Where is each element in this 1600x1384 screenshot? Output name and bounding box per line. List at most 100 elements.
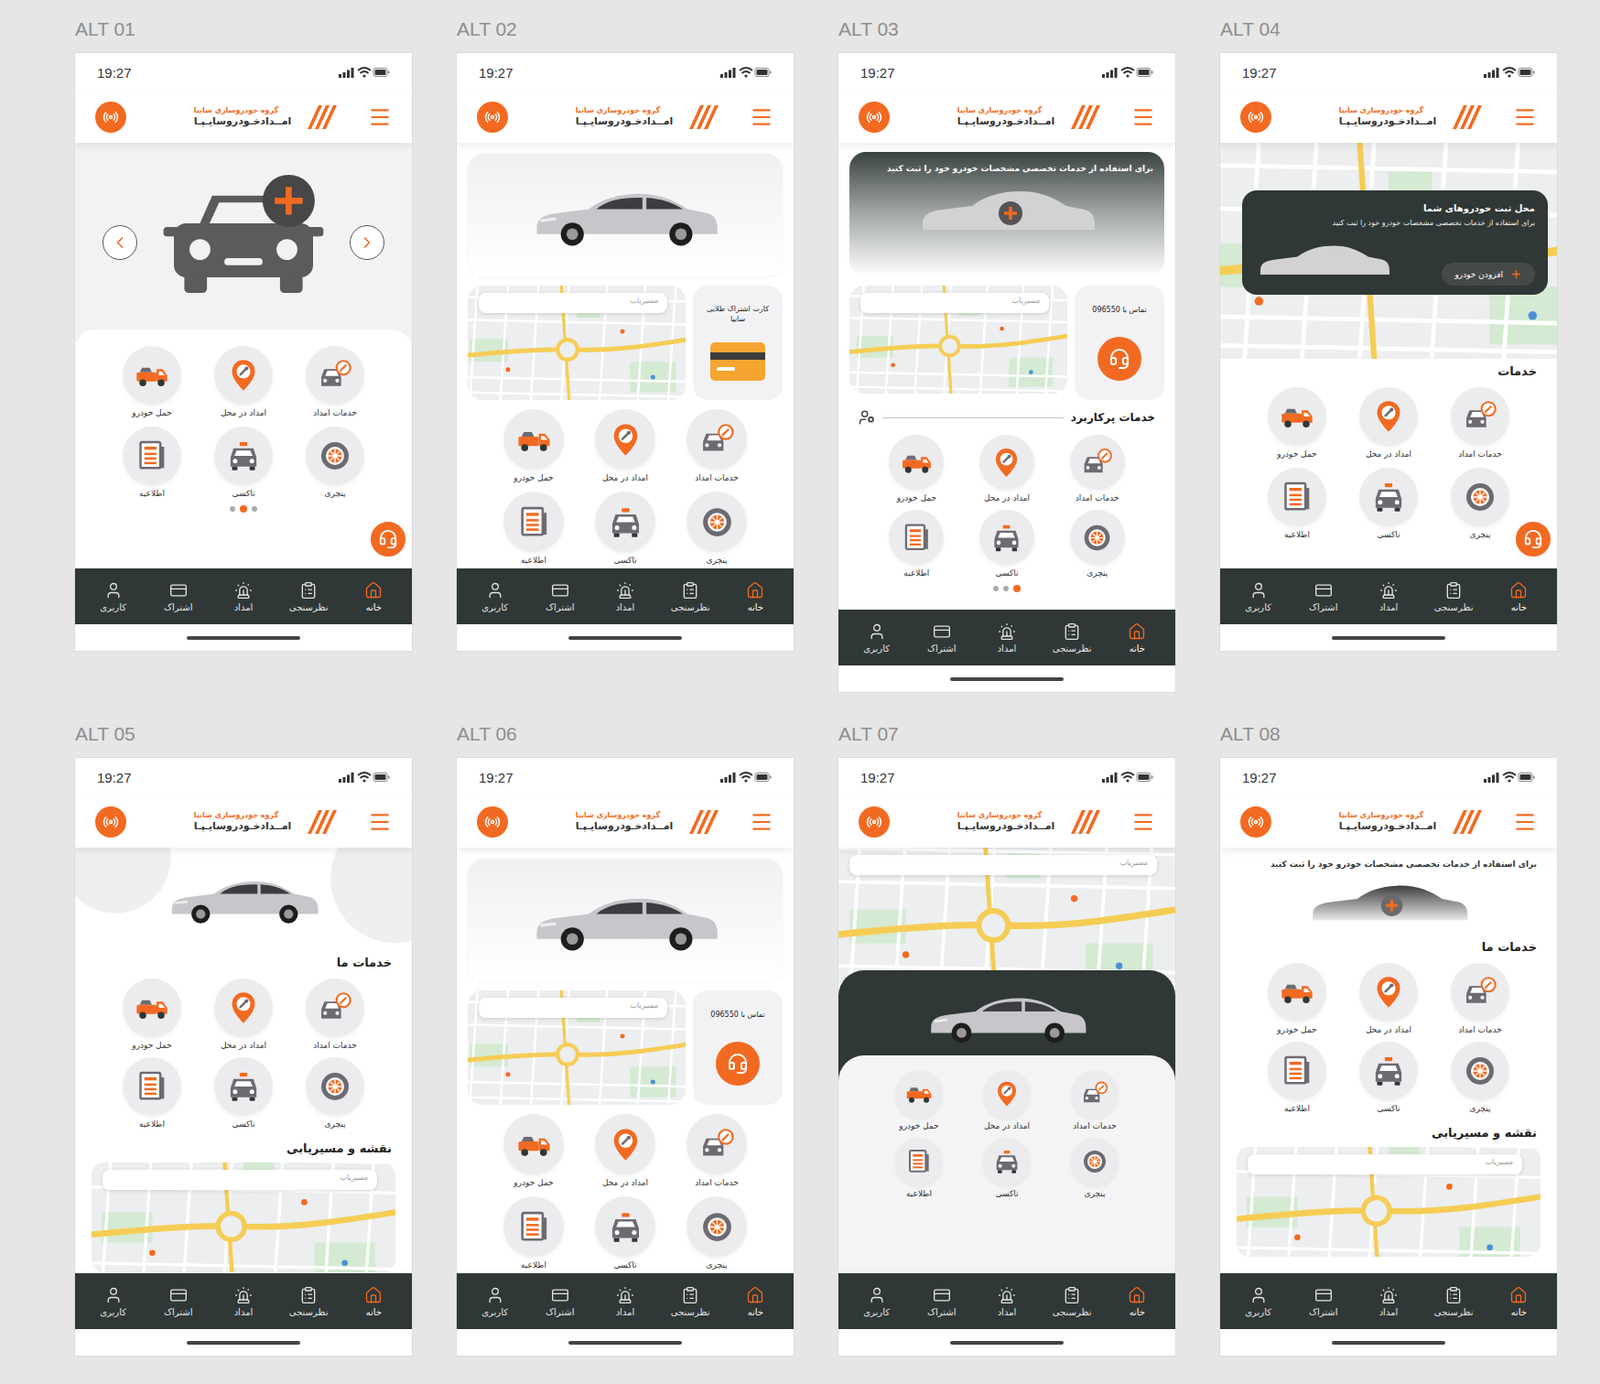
service-item[interactable]: خدمات امداد [305,978,365,1050]
service-item[interactable]: خدمات امداد [686,409,747,483]
service-item[interactable]: پنچری [1070,1137,1119,1199]
service-item[interactable]: امداد در محل [214,978,273,1050]
broadcast-button[interactable] [858,101,890,133]
service-item[interactable]: پنچری [305,426,365,498]
nav-item[interactable]: کاربری [1232,1286,1285,1318]
service-item[interactable]: خدمات امداد [1070,434,1125,503]
route-search[interactable]: مسیریاب [478,292,668,314]
nav-item[interactable]: کاربری [469,581,521,613]
service-item[interactable]: خدمات امداد [1450,387,1510,459]
service-item[interactable]: اطلاعیه [1267,467,1327,540]
carousel-arrow[interactable] [349,225,385,260]
side-card[interactable]: تماس با 096550 [1074,285,1165,400]
service-item[interactable]: تاکسی [983,1137,1031,1199]
route-search[interactable]: مسیریاب [1247,1154,1523,1175]
service-item[interactable]: تاکسی [1359,467,1418,540]
route-search[interactable]: مسیریاب [478,997,668,1018]
broadcast-button[interactable] [95,806,127,838]
service-item[interactable]: امداد در محل [983,1070,1031,1131]
nav-item[interactable]: امداد [217,581,270,613]
nav-item[interactable]: نظرسنجی [1046,622,1098,654]
nav-item[interactable]: خانه [347,1286,400,1318]
menu-button[interactable] [367,810,392,834]
call-button[interactable] [1097,336,1142,381]
nav-item[interactable]: اشتراک [152,1286,205,1318]
broadcast-button[interactable] [95,101,127,133]
nav-item[interactable]: نظرسنجی [282,1286,335,1318]
service-item[interactable]: پنچری [1070,509,1125,578]
nav-item[interactable]: کاربری [87,581,140,613]
service-item[interactable]: اطلاعیه [122,426,182,498]
carousel-arrow[interactable] [102,225,138,260]
nav-item[interactable]: کاربری [851,622,903,654]
nav-item[interactable]: امداد [1362,581,1415,613]
side-card[interactable]: تماس با 096550 [692,990,783,1105]
nav-item[interactable]: اشتراک [534,581,586,613]
service-item[interactable]: حمل خودرو [503,1113,564,1188]
service-item[interactable]: تاکسی [594,1196,656,1270]
nav-item[interactable]: کاربری [851,1286,903,1318]
service-item[interactable]: امداد در محل [594,409,656,483]
route-search[interactable]: مسیریاب [849,854,1157,876]
support-button[interactable] [367,518,409,560]
broadcast-button[interactable] [1240,101,1272,133]
menu-button[interactable] [749,810,774,834]
service-item[interactable]: اطلاعیه [503,1196,564,1270]
nav-item[interactable]: اشتراک [916,1286,968,1318]
nav-item[interactable]: اشتراک [534,1286,586,1318]
nav-item[interactable]: امداد [981,1286,1033,1318]
service-item[interactable]: حمل خودرو [503,409,564,483]
broadcast-button[interactable] [1240,806,1272,838]
menu-button[interactable] [1513,105,1537,130]
menu-button[interactable] [1131,105,1156,130]
service-item[interactable]: پنچری [305,1057,365,1129]
service-item[interactable]: تاکسی [214,1057,273,1129]
menu-button[interactable] [1131,810,1156,834]
service-item[interactable]: اطلاعیه [122,1057,182,1129]
service-item[interactable]: امداد در محل [214,345,273,418]
broadcast-button[interactable] [476,101,509,133]
service-item[interactable]: پنچری [1450,1041,1510,1114]
menu-button[interactable] [1513,810,1537,834]
service-item[interactable]: اطلاعیه [1267,1041,1327,1114]
nav-item[interactable]: امداد [217,1286,270,1318]
nav-item[interactable]: خانه [1111,1286,1163,1318]
call-button[interactable] [715,1041,760,1086]
nav-item[interactable]: اشتراک [1297,581,1350,613]
service-item[interactable]: تاکسی [1359,1041,1418,1114]
nav-item[interactable]: خانه [1492,581,1545,613]
service-item[interactable]: حمل خودرو [122,345,182,418]
nav-item[interactable]: خانه [1492,1286,1545,1318]
nav-item[interactable]: امداد [599,581,651,613]
service-item[interactable]: حمل خودرو [888,434,944,503]
nav-item[interactable]: امداد [599,1286,651,1318]
nav-item[interactable]: امداد [1362,1286,1415,1318]
service-item[interactable]: حمل خودرو [122,978,182,1050]
nav-item[interactable]: اشتراک [1297,1286,1350,1318]
route-search[interactable]: مسیریاب [860,292,1049,314]
nav-item[interactable]: کاربری [469,1286,521,1318]
nav-item[interactable]: خانه [729,581,781,613]
nav-item[interactable]: نظرسنجی [282,581,335,613]
service-item[interactable]: اطلاعیه [503,491,564,565]
support-button[interactable] [1513,518,1554,560]
service-item[interactable]: خدمات امداد [305,345,365,418]
add-car-button[interactable]: افزودن خودرو [1441,262,1536,286]
nav-item[interactable]: کاربری [87,1286,140,1318]
service-item[interactable]: امداد در محل [1359,387,1418,459]
broadcast-button[interactable] [476,806,509,838]
nav-item[interactable]: امداد [981,622,1033,654]
broadcast-button[interactable] [858,806,890,838]
service-item[interactable]: امداد در محل [1359,962,1418,1035]
nav-item[interactable]: نظرسنجی [1427,1286,1480,1318]
service-item[interactable]: امداد در محل [594,1113,656,1188]
service-item[interactable]: تاکسی [979,509,1035,578]
side-card[interactable]: کارت اشتراک طلایی سایپا [692,285,783,400]
service-item[interactable]: پنچری [686,491,747,565]
nav-item[interactable]: نظرسنجی [1046,1286,1098,1318]
service-item[interactable]: حمل خودرو [1267,962,1327,1035]
service-item[interactable]: امداد در محل [979,434,1035,503]
nav-item[interactable]: خانه [347,581,400,613]
register-car-card[interactable]: برای استفاده از خدمات تخصصی مشخصات خودرو… [849,151,1165,277]
nav-item[interactable]: اشتراک [152,581,205,613]
